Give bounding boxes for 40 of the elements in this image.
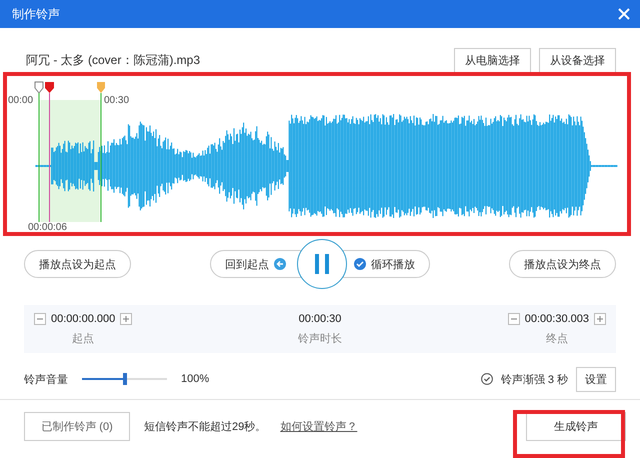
start-marker[interactable] <box>34 82 44 222</box>
loop-toggle[interactable]: 循环播放 <box>343 250 430 278</box>
checked-circle-icon[interactable] <box>480 373 493 385</box>
plus-icon <box>596 314 604 322</box>
time-label: 00:00 <box>8 95 34 106</box>
close-icon[interactable] <box>618 8 630 20</box>
plus-icon <box>122 314 130 322</box>
volume-thumb[interactable] <box>122 373 126 385</box>
time-caption: 起点 <box>72 332 94 346</box>
set-start-button[interactable]: 播放点设为起点 <box>24 250 131 278</box>
back-arrow-icon <box>274 258 286 270</box>
volume-label: 铃声音量 <box>24 372 68 386</box>
playhead-marker[interactable] <box>45 82 54 222</box>
back-to-start-button[interactable]: 回到起点 <box>210 250 301 278</box>
source-button[interactable]: 从电脑选择 <box>454 48 531 72</box>
time-label: 00:30 <box>104 95 130 106</box>
pause-button[interactable] <box>297 239 347 289</box>
decrease-button[interactable] <box>508 312 520 324</box>
made-ringtones-button[interactable]: 已制作铃声 (0) <box>24 412 130 441</box>
increase-button[interactable] <box>594 312 606 324</box>
decrease-button[interactable] <box>34 312 46 324</box>
time-caption: 终点 <box>546 332 568 346</box>
file-name: 阿冗 - 太多 (cover：陈冠蒲).mp3 <box>26 52 200 68</box>
set-end-button[interactable]: 播放点设为终点 <box>509 250 616 278</box>
sms-note: 短信铃声不能超过29秒。 <box>144 420 266 434</box>
source-button[interactable]: 从设备选择 <box>539 48 616 72</box>
volume-reading: 100% <box>181 373 210 385</box>
check-icon <box>354 258 366 270</box>
pause-icon <box>315 254 329 274</box>
end-marker[interactable] <box>97 82 105 222</box>
time-value: 00:00:30 <box>298 312 342 324</box>
time-value: 00:00:30.003 <box>524 312 589 324</box>
settings-button[interactable]: 设置 <box>576 366 616 392</box>
time-value: 00:00:00.000 <box>51 312 116 324</box>
time-caption: 铃声时长 <box>298 332 342 346</box>
fade-in-label: 铃声渐强 3 秒 <box>500 372 568 386</box>
increase-button[interactable] <box>120 312 132 324</box>
help-link[interactable]: 如何设置铃声？ <box>280 419 358 434</box>
window-title: 制作铃声 <box>12 6 60 22</box>
playhead-time-label: 00:00:06 <box>28 222 67 233</box>
